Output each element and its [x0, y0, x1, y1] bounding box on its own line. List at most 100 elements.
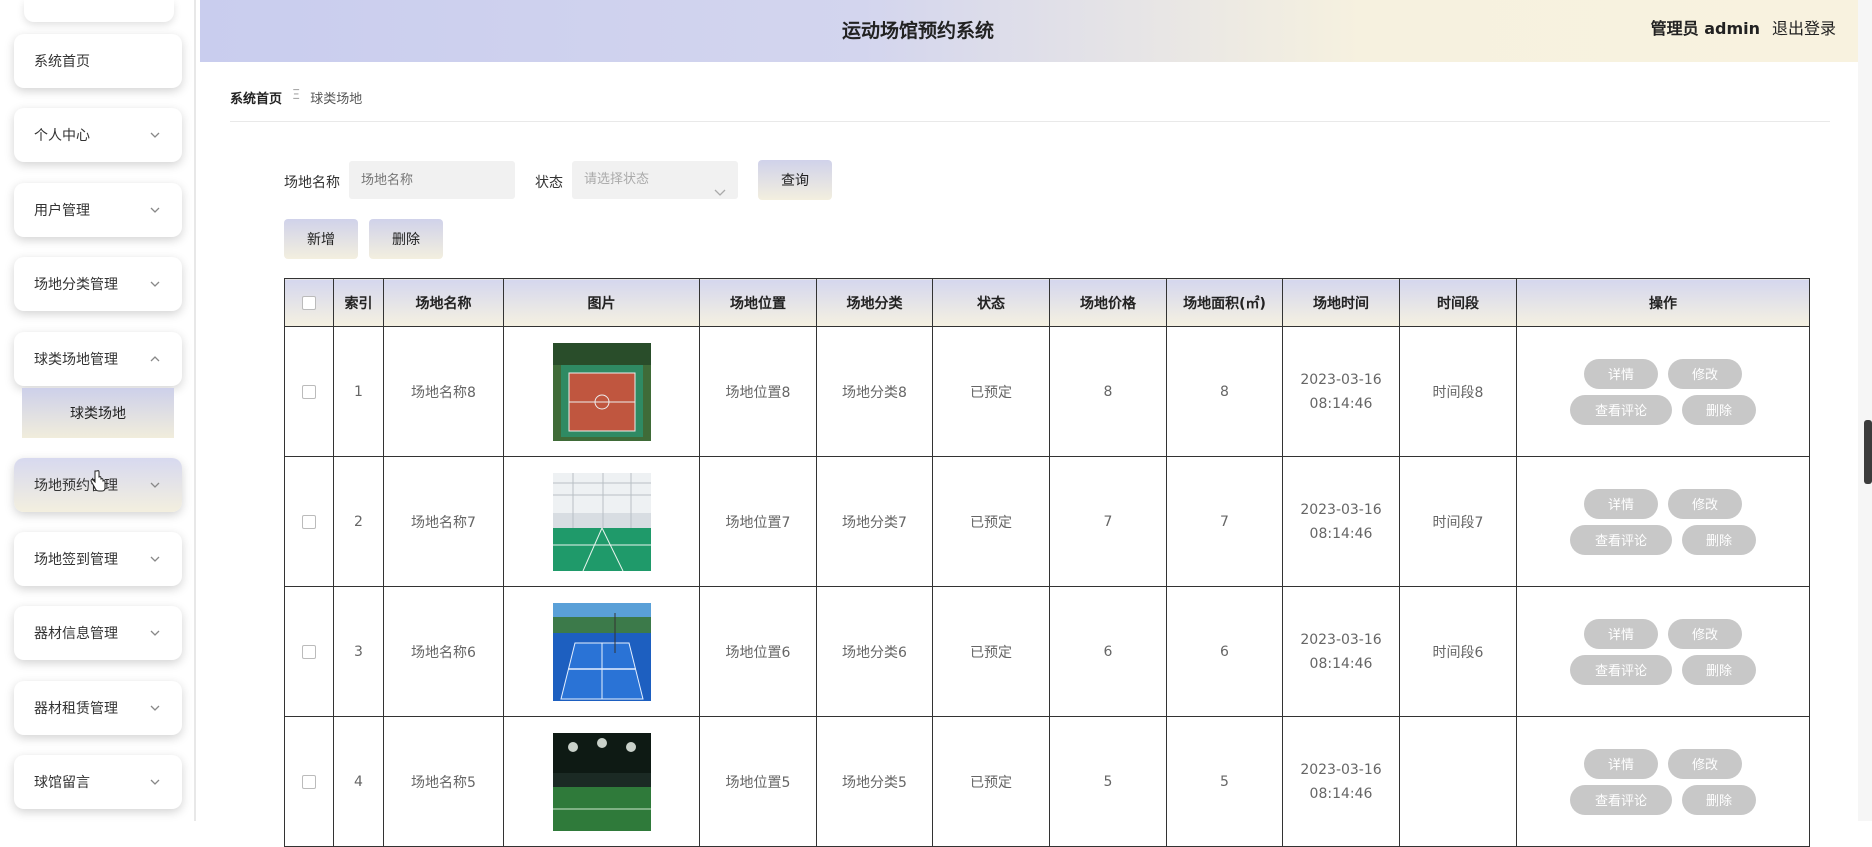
select-all-checkbox[interactable]	[302, 295, 316, 310]
row-checkbox[interactable]	[302, 384, 316, 399]
row-delete-button[interactable]: 删除	[1682, 784, 1756, 815]
chevron-up-icon	[150, 356, 160, 366]
image-cell	[503, 716, 700, 847]
row-delete-button[interactable]: 删除	[1682, 654, 1756, 685]
time-value: 2023-03-16 08:14:46	[1300, 631, 1382, 672]
tennis-court-image[interactable]	[552, 602, 651, 701]
index-cell: 3	[333, 586, 384, 717]
price-cell: 7	[1049, 456, 1167, 587]
period-cell	[1399, 716, 1517, 847]
category-cell: 场地分类7	[816, 456, 933, 587]
edit-button[interactable]: 修改	[1668, 748, 1742, 779]
sidebar-item-messages[interactable]: 球馆留言	[14, 755, 182, 809]
scrollbar-thumb[interactable]	[1864, 420, 1872, 484]
top-header: 运动场馆预约系统 管理员 admin 退出登录	[200, 0, 1858, 62]
status-cell: 已预定	[932, 326, 1050, 457]
row-select-cell	[284, 586, 334, 717]
detail-button[interactable]: 详情	[1584, 618, 1658, 649]
location-cell: 场地位置6	[699, 586, 817, 717]
time-value: 2023-03-16 08:14:46	[1300, 761, 1382, 802]
row-select-cell	[284, 456, 334, 587]
basketball-court-image[interactable]	[552, 342, 651, 441]
column-header: 场地分类	[816, 278, 933, 327]
view-comments-button[interactable]: 查看评论	[1570, 394, 1672, 425]
sidebar-item-user-management[interactable]: 用户管理	[14, 183, 182, 237]
sidebar-item-ball-venue[interactable]: 球类场地管理	[14, 332, 182, 386]
sidebar-subitem-ball-venue[interactable]: 球类场地	[22, 388, 174, 438]
sidebar-item-label: 器材租赁管理	[34, 701, 118, 717]
sidebar-item-equipment-info[interactable]: 器材信息管理	[14, 606, 182, 660]
area-cell: 8	[1166, 326, 1283, 457]
chevron-down-icon	[150, 207, 160, 217]
name-cell: 场地名称8	[383, 326, 504, 457]
sidebar-item-label: 球类场地管理	[34, 352, 118, 368]
row-delete-button[interactable]: 删除	[1682, 524, 1756, 555]
name-cell: 场地名称5	[383, 716, 504, 847]
football-stadium-image[interactable]	[552, 732, 651, 831]
row-delete-button[interactable]: 删除	[1682, 394, 1756, 425]
ops-cell: 详情 修改 查看评论 删除	[1516, 326, 1810, 457]
sidebar-item-label: 场地签到管理	[34, 552, 118, 568]
sidebar-item-venue-checkin[interactable]: 场地签到管理	[14, 532, 182, 586]
image-cell	[503, 326, 700, 457]
column-header: 操作	[1516, 278, 1810, 327]
venue-table: 索引 场地名称 图片 场地位置 场地分类 状态 场地价格 场地面积(㎡) 场地时…	[284, 278, 1810, 847]
sidebar-item-venue-category[interactable]: 场地分类管理	[14, 257, 182, 311]
row-checkbox[interactable]	[302, 774, 316, 789]
period-cell: 时间段6	[1399, 586, 1517, 717]
sidebar-item-label: 器材信息管理	[34, 626, 118, 642]
table-row: 1 场地名称8 场地位置8 场地分类8 已预定 8 8 2023-03-16 0…	[284, 326, 1810, 457]
view-comments-button[interactable]: 查看评论	[1570, 784, 1672, 815]
area-cell: 5	[1166, 716, 1283, 847]
venue-name-input[interactable]	[349, 161, 515, 199]
image-cell	[503, 456, 700, 587]
sidebar-item-home[interactable]: 系统首页	[14, 34, 182, 88]
indoor-court-image[interactable]	[552, 472, 651, 571]
breadcrumb-home[interactable]: 系统首页	[230, 88, 282, 107]
column-header: 场地价格	[1049, 278, 1167, 327]
ops-cell: 详情 修改 查看评论 删除	[1516, 456, 1810, 587]
status-label: 状态	[535, 175, 563, 191]
edit-button[interactable]: 修改	[1668, 358, 1742, 389]
category-cell: 场地分类6	[816, 586, 933, 717]
table-row: 3 场地名称6 场地位置6 场地分类6 已预定 6 6 2023-03-16 0…	[284, 586, 1810, 717]
column-header: 时间段	[1399, 278, 1517, 327]
table-row: 2 场地名称7 场地位置7 场地分类7 已预定 7 7 2023-03-16 0…	[284, 456, 1810, 587]
row-checkbox[interactable]	[302, 514, 316, 529]
breadcrumb: 系统首页 Ξ 球类场地	[230, 88, 1830, 122]
row-checkbox[interactable]	[302, 644, 316, 659]
index-cell: 1	[333, 326, 384, 457]
view-comments-button[interactable]: 查看评论	[1570, 654, 1672, 685]
edit-button[interactable]: 修改	[1668, 488, 1742, 519]
query-button[interactable]: 查询	[758, 160, 832, 200]
chevron-down-icon	[714, 175, 726, 213]
detail-button[interactable]: 详情	[1584, 748, 1658, 779]
period-cell: 时间段7	[1399, 456, 1517, 587]
location-cell: 场地位置5	[699, 716, 817, 847]
scrollbar-track[interactable]	[1858, 0, 1872, 821]
sidebar-item-label: 用户管理	[34, 203, 90, 219]
ops-cell: 详情 修改 查看评论 删除	[1516, 716, 1810, 847]
price-cell: 6	[1049, 586, 1167, 717]
column-header: 场地位置	[699, 278, 817, 327]
breadcrumb-current: 球类场地	[310, 92, 363, 107]
sidebar-item-label: 个人中心	[34, 128, 90, 144]
area-cell: 6	[1166, 586, 1283, 717]
column-header: 索引	[333, 278, 384, 327]
chevron-down-icon	[150, 779, 160, 789]
sidebar-item-equipment-rental[interactable]: 器材租赁管理	[14, 681, 182, 735]
delete-button[interactable]: 删除	[369, 219, 443, 259]
detail-button[interactable]: 详情	[1584, 488, 1658, 519]
time-cell: 2023-03-16 08:14:46	[1282, 326, 1400, 457]
column-header: 状态	[932, 278, 1050, 327]
time-value: 2023-03-16 08:14:46	[1300, 501, 1382, 542]
ops-cell: 详情 修改 查看评论 删除	[1516, 586, 1810, 717]
status-select[interactable]: 请选择状态	[572, 161, 738, 199]
logout-link[interactable]: 退出登录	[1772, 0, 1836, 58]
sidebar-item-personal-center[interactable]: 个人中心	[14, 108, 182, 162]
add-button[interactable]: 新增	[284, 219, 358, 259]
detail-button[interactable]: 详情	[1584, 358, 1658, 389]
view-comments-button[interactable]: 查看评论	[1570, 524, 1672, 555]
edit-button[interactable]: 修改	[1668, 618, 1742, 649]
column-header: 图片	[503, 278, 700, 327]
